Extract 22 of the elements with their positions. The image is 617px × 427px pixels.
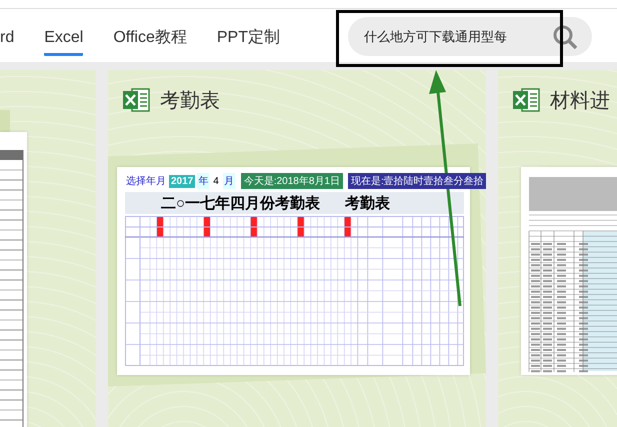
- month-unit: 月: [222, 173, 235, 189]
- nav-tab[interactable]: Excel: [44, 24, 84, 56]
- search-field[interactable]: 什么地方可下载通用型每: [348, 17, 592, 56]
- time-label: 现在是:壹拾陆时壹拾叁分叁拾: [348, 173, 486, 189]
- nav-tab[interactable]: PPT定制: [216, 23, 280, 57]
- nav-tab[interactable]: Office教程: [113, 23, 187, 57]
- card-title: 材料进: [550, 88, 610, 114]
- picker-label: 选择年月: [125, 174, 167, 189]
- sheet-heading: 考勤表: [345, 194, 390, 212]
- today-label: 今天是:2018年8月1日: [240, 173, 343, 189]
- nav-tab[interactable]: rd: [0, 24, 14, 56]
- spreadsheet-icon: [512, 87, 540, 113]
- card-title: 考勤表: [160, 88, 220, 114]
- year-unit: 年: [197, 173, 210, 189]
- month-cell-text: 4: [212, 174, 220, 188]
- sheet-heading: 二○一七年四月份考勤表: [161, 194, 320, 212]
- year-cell: 2017: [169, 174, 196, 188]
- template-card[interactable]: 材料进: [498, 70, 617, 427]
- template-card[interactable]: [0, 70, 96, 427]
- search-icon[interactable]: [552, 24, 578, 50]
- spreadsheet-icon: [122, 87, 150, 113]
- template-card[interactable]: 考勤表 选择年月 2017 年 4 月 今天是:2018年8月1日 现在是:壹拾陆时壹拾叁分叁拾 二○一七年四月份考勤表 考勤表: [108, 70, 486, 427]
